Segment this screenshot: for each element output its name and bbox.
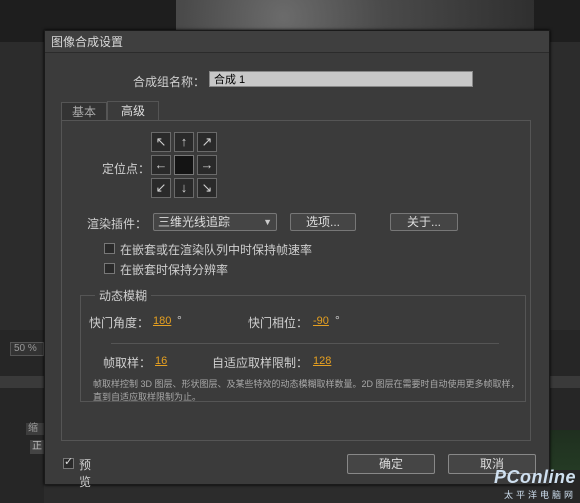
dialog-title: 图像合成设置 [45,31,549,53]
options-button[interactable]: 选项... [290,213,356,231]
anchor-bottom-left-button[interactable]: ↙ [151,178,171,198]
zoom-field[interactable]: 50 % [10,342,44,356]
watermark-brand: PConline [493,467,576,487]
timeline-panel-left: 50 % 缩 正 [0,330,44,503]
shutter-phase-label: 快门相位： [248,316,309,330]
degree-unit: ° [335,313,340,327]
preserve-resolution-checkbox[interactable] [104,263,115,274]
preserve-frame-rate-label: 在嵌套或在渲染队列中时保持帧速率 [120,243,313,257]
shutter-angle-value[interactable]: 180 [153,315,171,327]
timeline-cell[interactable]: 正 [30,440,44,454]
shutter-phase-value[interactable]: -90 [313,315,329,327]
preview-label: 预览 [79,458,92,489]
renderer-label: 渲染插件： [87,217,148,231]
preview-checkbox[interactable]: ✓ [63,456,74,469]
ok-button[interactable]: 确定 [347,454,435,474]
watermark-sub: 太平洋电脑网 [503,490,576,500]
timeline-strip [550,376,580,388]
anchor-top-button[interactable]: ↑ [174,132,194,152]
motion-blur-title: 动态模糊 [95,287,152,304]
samples-value[interactable]: 16 [155,355,167,367]
adaptive-limit-value[interactable]: 128 [313,355,331,367]
anchor-center-button[interactable] [174,155,194,175]
composition-name-label: 合成组名称： [132,75,205,89]
anchor-label: 定位点： [102,162,151,176]
dropdown-arrow-icon: ▼ [263,217,272,227]
motion-blur-group: 动态模糊 快门角度： 180 ° 快门相位： -90 ° 帧取样： 16 自适应… [80,287,526,402]
divider [111,343,499,344]
timeline-track [550,430,580,470]
renderer-select-value: 三维光线追踪 [158,215,231,229]
about-button[interactable]: 关于... [390,213,458,231]
anchor-top-left-button[interactable]: ↖ [151,132,171,152]
composition-settings-dialog: 图像合成设置 合成组名称： 基本 高级 定位点： ↖ ↑ ↗ ← → ↙ ↓ ↘… [44,30,550,489]
adaptive-limit-label: 自适应取样限制： [212,356,309,370]
preserve-resolution-label: 在嵌套时保持分辨率 [120,263,229,277]
renderer-select[interactable]: 三维光线追踪 ▼ [153,213,277,231]
tab-basic[interactable]: 基本 [61,102,107,121]
watermark-logo: PConline 太平洋电脑网 [494,467,576,501]
motion-blur-note: 帧取样控制 3D 图层、形状图层、及某些特效的动态模糊取样数量。2D 图层在需要… [93,379,520,402]
anchor-right-button[interactable]: → [197,155,217,175]
preserve-frame-rate-checkbox[interactable] [104,243,115,254]
anchor-grid: ↖ ↑ ↗ ← → ↙ ↓ ↘ [151,132,217,198]
tab-advanced[interactable]: 高级 [107,101,159,121]
anchor-left-button[interactable]: ← [151,155,171,175]
advanced-panel: 定位点： ↖ ↑ ↗ ← → ↙ ↓ ↘ 渲染插件： 三维光线追踪 ▼ 选项..… [61,120,531,441]
shutter-angle-label: 快门角度： [89,316,150,330]
timeline-strip [0,376,44,388]
anchor-top-right-button[interactable]: ↗ [197,132,217,152]
composition-name-input[interactable] [209,71,473,87]
degree-unit: ° [177,313,182,327]
checkmark-icon: ✓ [64,456,74,468]
anchor-bottom-right-button[interactable]: ↘ [197,178,217,198]
anchor-bottom-button[interactable]: ↓ [174,178,194,198]
samples-label: 帧取样： [103,356,152,370]
timeline-cell: 缩 [26,423,44,435]
